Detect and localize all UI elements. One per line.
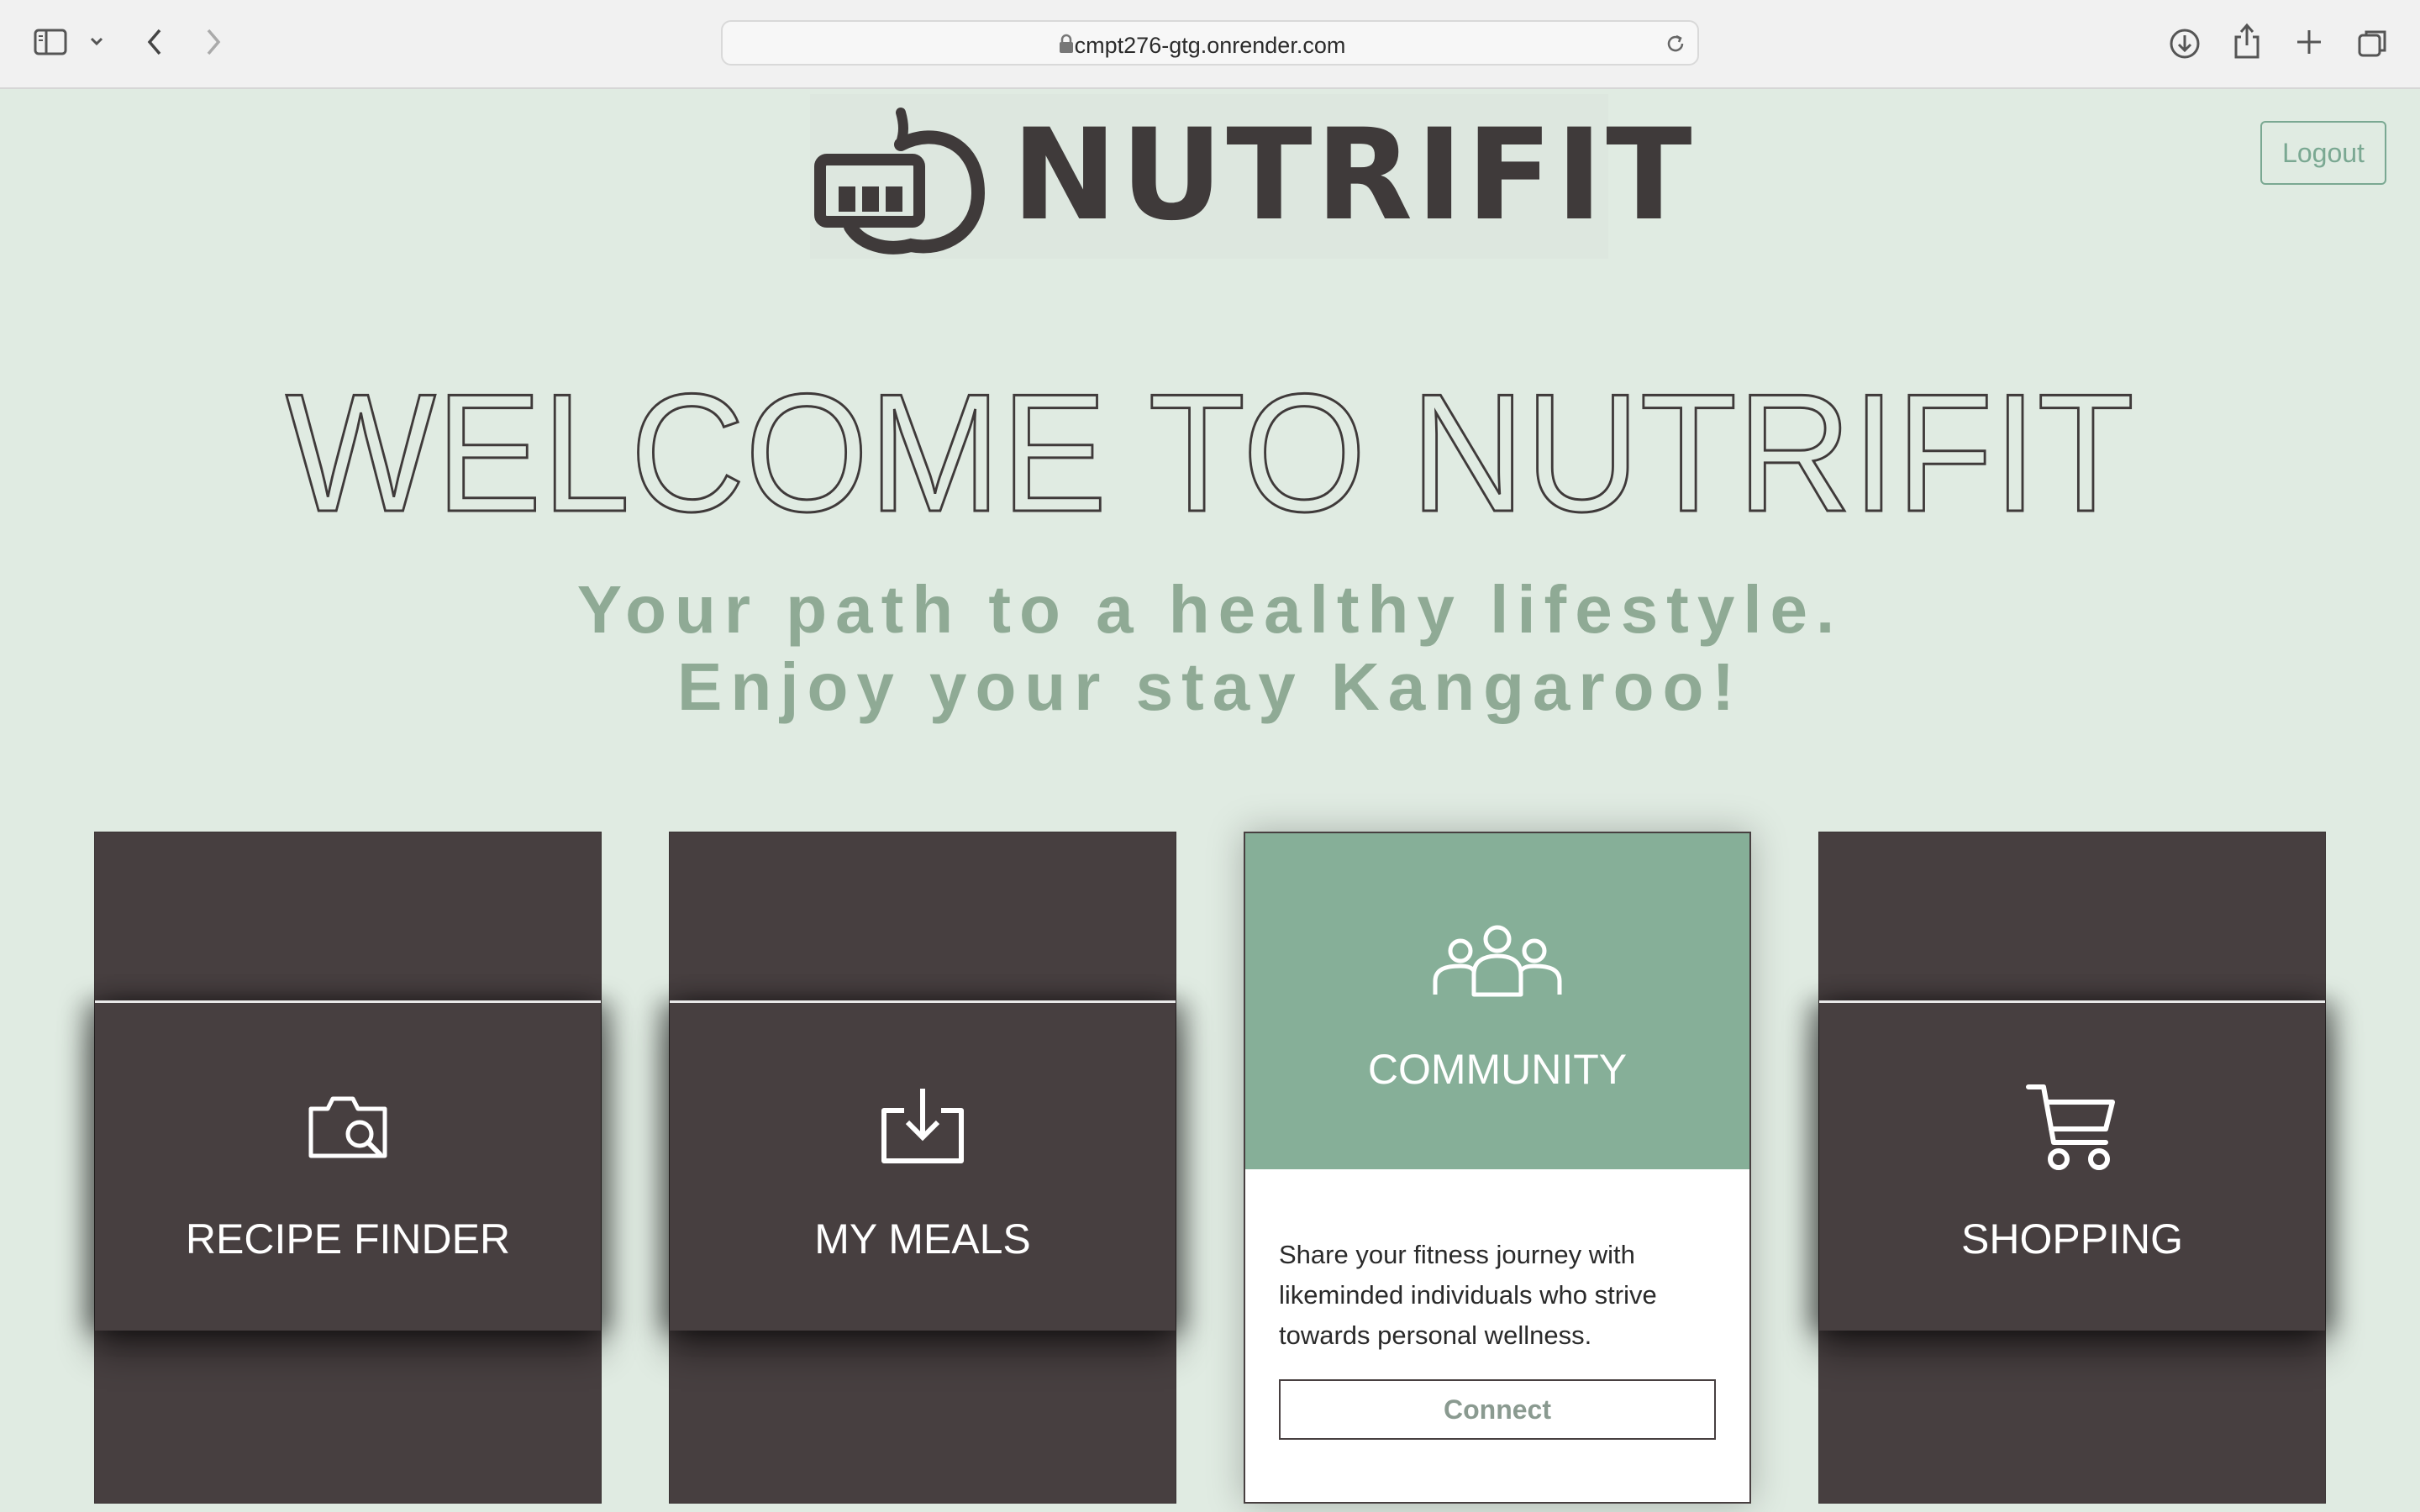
address-url: cmpt276-gtg.onrender.com — [1074, 33, 1346, 58]
shopping-cart-icon — [2025, 1082, 2119, 1180]
recipe-finder-title: RECIPE FINDER — [185, 1215, 511, 1263]
downloads-icon[interactable] — [2168, 27, 2202, 65]
back-arrow-icon[interactable] — [145, 27, 165, 61]
camera-search-icon — [306, 1090, 390, 1165]
recipe-finder-band: RECIPE FINDER — [95, 1000, 601, 1331]
community-description: Share your fitness journey with likemind… — [1279, 1240, 1657, 1350]
download-tray-icon — [879, 1085, 966, 1170]
apple-dumbbell-logo-icon — [814, 108, 986, 255]
people-group-icon — [1430, 922, 1565, 1002]
new-tab-plus-icon[interactable] — [2294, 27, 2324, 61]
tagline: Your path to a healthy lifestyle. Enjoy … — [0, 571, 2420, 726]
chevron-down-icon[interactable] — [89, 35, 104, 51]
sidebar-toggle-icon[interactable] — [34, 29, 67, 60]
community-header: COMMUNITY — [1245, 833, 1749, 1169]
browser-toolbar: cmpt276-gtg.onrender.com — [0, 0, 2420, 89]
logo-wordmark: NUTRIFIT — [1012, 102, 1696, 249]
shopping-band: SHOPPING — [1819, 1000, 2325, 1331]
reload-icon[interactable] — [1664, 32, 1687, 60]
my-meals-title: MY MEALS — [814, 1215, 1031, 1263]
address-bar[interactable]: cmpt276-gtg.onrender.com — [721, 20, 1699, 66]
logout-button[interactable]: Logout — [2260, 121, 2386, 185]
my-meals-card[interactable]: MY MEALS — [669, 832, 1176, 1504]
community-card[interactable]: COMMUNITY Share your fitness journey wit… — [1244, 832, 1751, 1504]
tab-overview-icon[interactable] — [2356, 27, 2390, 65]
shopping-card[interactable]: SHOPPING — [1818, 832, 2326, 1504]
shopping-title: SHOPPING — [1961, 1215, 2183, 1263]
forward-arrow-icon[interactable] — [203, 27, 224, 61]
welcome-heading-text: WELCOME TO NUTRIFIT — [286, 360, 2134, 529]
connect-button[interactable]: Connect — [1279, 1379, 1716, 1440]
share-icon[interactable] — [2232, 22, 2262, 65]
nutrifit-logo[interactable]: NUTRIFIT — [810, 94, 1692, 259]
tagline-line-1: Your path to a healthy lifestyle. — [576, 572, 1844, 647]
tagline-line-2: Enjoy your stay Kangaroo! — [677, 649, 1743, 724]
my-meals-band: MY MEALS — [670, 1000, 1176, 1331]
recipe-finder-card[interactable]: RECIPE FINDER — [94, 832, 602, 1504]
community-title: COMMUNITY — [1367, 1046, 1628, 1093]
welcome-heading: WELCOME TO NUTRIFIT — [285, 359, 2136, 530]
